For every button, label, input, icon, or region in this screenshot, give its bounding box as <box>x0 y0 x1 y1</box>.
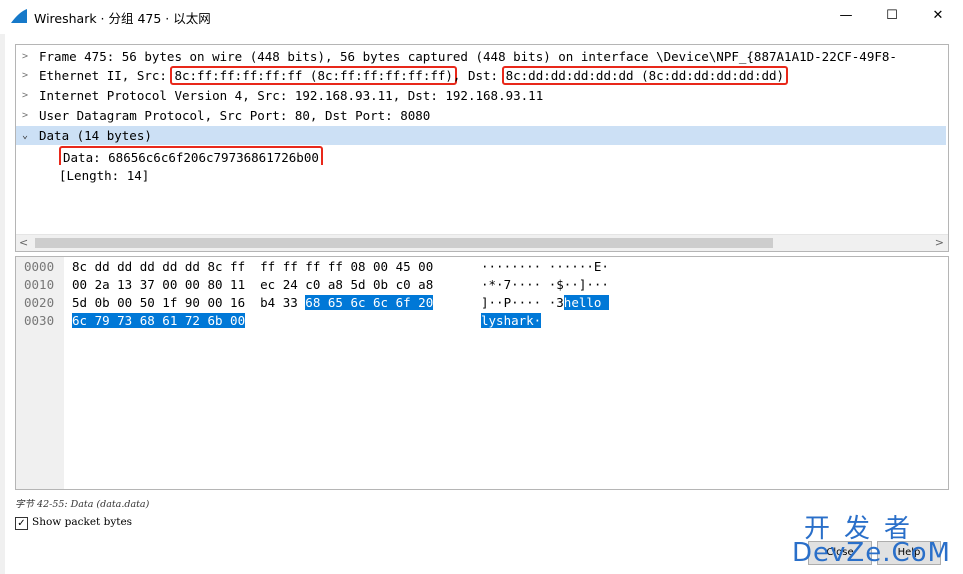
minimize-button[interactable]: — <box>823 0 869 34</box>
help-button[interactable]: Help <box>877 541 941 565</box>
bytes-row: 0000 8c dd dd dd dd dd 8c ff ff ff ff ff… <box>16 258 948 276</box>
ascii-bytes[interactable]: ········ ······E· <box>481 258 609 276</box>
window-border <box>0 34 5 574</box>
bytes-row: 0020 5d 0b 00 50 1f 90 00 16 b4 33 68 65… <box>16 294 948 312</box>
hex-bytes[interactable]: 8c dd dd dd dd dd 8c ff ff ff ff ff 08 0… <box>72 258 433 276</box>
tree-row-ip[interactable]: > Internet Protocol Version 4, Src: 192.… <box>16 86 946 105</box>
expand-arrow-icon[interactable]: > <box>22 106 32 125</box>
title-bar: Wireshark · 分组 475 · 以太网 — ☐ ✕ <box>0 0 963 34</box>
data-value-highlight: Data: 68656c6c6f206c79736861726b00 <box>59 146 323 165</box>
window-title: Wireshark · 分组 475 · 以太网 <box>34 11 211 26</box>
maximize-button[interactable]: ☐ <box>869 0 915 34</box>
tree-row-udp[interactable]: > User Datagram Protocol, Src Port: 80, … <box>16 106 946 125</box>
expand-arrow-icon[interactable]: > <box>22 66 32 85</box>
checkbox-check-icon[interactable]: ✓ <box>15 517 28 530</box>
packet-details-tree[interactable]: > Frame 475: 56 bytes on wire (448 bits)… <box>15 44 949 252</box>
packet-bytes-pane[interactable]: 0000 8c dd dd dd dd dd 8c ff ff ff ff ff… <box>15 256 949 490</box>
watermark-top-text: 开发者 <box>804 514 925 544</box>
horizontal-scrollbar[interactable]: < > <box>16 234 948 251</box>
ethernet-src-highlight: 8c:ff:ff:ff:ff:ff (8c:ff:ff:ff:ff:ff) <box>170 66 457 85</box>
hex-bytes[interactable]: 5d 0b 00 50 1f 90 00 16 b4 33 68 65 6c 6… <box>72 294 434 312</box>
status-text: 字节 42-55: Data (data.data) <box>15 499 150 510</box>
scroll-left-icon[interactable]: < <box>19 236 28 249</box>
tree-row-ethernet[interactable]: > Ethernet II, Src: 8c:ff:ff:ff:ff:ff (8… <box>16 66 946 85</box>
collapse-arrow-icon[interactable]: ⌄ <box>22 126 32 145</box>
ethernet-dst-label: , Dst: <box>452 68 506 83</box>
tree-row-label: Internet Protocol Version 4, Src: 192.16… <box>39 88 544 103</box>
close-window-button[interactable]: ✕ <box>915 0 961 34</box>
ethernet-prefix: Ethernet II, Src: <box>39 68 175 83</box>
bytes-row: 0010 00 2a 13 37 00 00 80 11 ec 24 c0 a8… <box>16 276 948 294</box>
ethernet-dst-highlight: 8c:dd:dd:dd:dd:dd (8c:dd:dd:dd:dd:dd) <box>501 66 789 85</box>
ascii-bytes[interactable]: ]··P···· ·3hello <box>481 294 609 312</box>
ascii-bytes[interactable]: ·*·7···· ·$··]··· <box>481 276 609 294</box>
byte-offset: 0010 <box>24 277 55 292</box>
ascii-bytes[interactable]: lyshark· <box>481 312 542 330</box>
scrollbar-thumb[interactable] <box>35 238 773 248</box>
scroll-right-icon[interactable]: > <box>935 236 944 249</box>
tree-row-data-length[interactable]: [Length: 14] <box>16 166 946 185</box>
byte-offset: 0020 <box>24 295 55 310</box>
byte-offset: 0030 <box>24 313 55 328</box>
tree-row-label: Frame 475: 56 bytes on wire (448 bits), … <box>39 49 897 64</box>
wireshark-fin-icon <box>11 9 27 23</box>
tree-row-label: Ethernet II, Src: 8c:ff:ff:ff:ff:ff (8c:… <box>39 66 789 85</box>
tree-row-label: Data (14 bytes) <box>39 128 152 143</box>
tree-row-data[interactable]: ⌄ Data (14 bytes) <box>16 126 946 145</box>
tree-row-data-value[interactable]: Data: 68656c6c6f206c79736861726b00 <box>16 146 946 165</box>
close-button[interactable]: Close <box>808 541 872 565</box>
bytes-row: 0030 6c 79 73 68 61 72 6b 00 lyshark· <box>16 312 948 330</box>
checkbox-label[interactable]: Show packet bytes <box>32 516 132 528</box>
tree-row-frame[interactable]: > Frame 475: 56 bytes on wire (448 bits)… <box>16 47 946 66</box>
expand-arrow-icon[interactable]: > <box>22 86 32 105</box>
tree-row-label: [Length: 14] <box>59 168 150 183</box>
byte-offset: 0000 <box>24 259 55 274</box>
tree-row-label: User Datagram Protocol, Src Port: 80, Ds… <box>39 108 431 123</box>
hex-bytes[interactable]: 6c 79 73 68 61 72 6b 00 <box>72 312 246 330</box>
hex-bytes[interactable]: 00 2a 13 37 00 00 80 11 ec 24 c0 a8 5d 0… <box>72 276 433 294</box>
expand-arrow-icon[interactable]: > <box>22 47 32 66</box>
